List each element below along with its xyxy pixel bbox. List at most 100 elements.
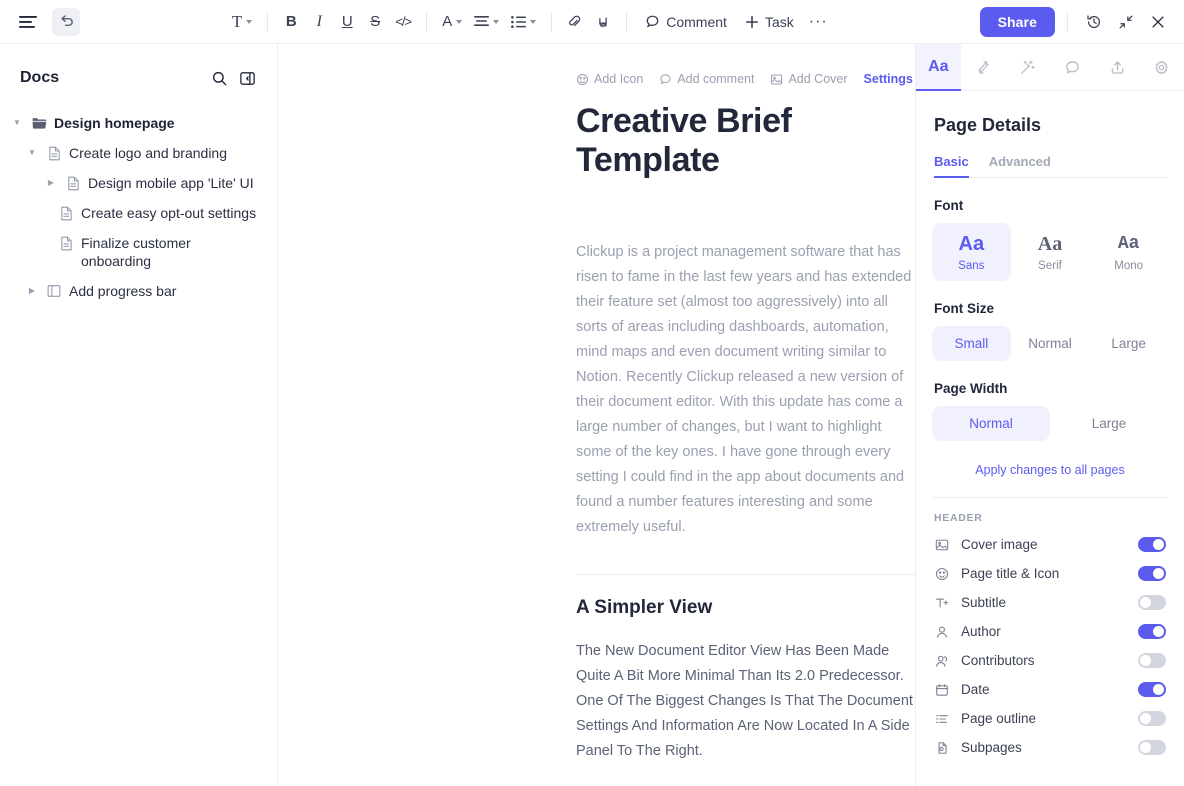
comment-label: Comment <box>666 13 727 30</box>
toggle-switch[interactable] <box>1138 624 1166 639</box>
chevron-right-icon[interactable]: ▶ <box>25 282 39 300</box>
chevron-down-icon <box>493 19 500 24</box>
doc-icon <box>58 234 74 252</box>
toggle-row-subpages[interactable]: Subpages <box>932 733 1168 762</box>
italic-label: I <box>316 12 322 30</box>
toggle-switch[interactable] <box>1138 595 1166 610</box>
sparkle-wand-icon <box>1019 59 1036 76</box>
sidebar-item-design-mobile-app-lite-ui[interactable]: ▶ Design mobile app 'Lite' UI <box>0 168 277 198</box>
collapse-diagonal-icon[interactable] <box>1112 8 1140 36</box>
underline-button[interactable]: U <box>334 8 360 36</box>
app-root: T B I U S </> A Comment Task ··· Share D… <box>0 0 1184 786</box>
list-button[interactable] <box>506 8 541 36</box>
subtab-basic[interactable]: Basic <box>934 154 969 178</box>
text-style-button[interactable]: T <box>227 8 257 36</box>
toggle-switch[interactable] <box>1138 740 1166 755</box>
tab-ai-magic[interactable] <box>1005 44 1050 90</box>
font-option-mono[interactable]: Aa Mono <box>1089 223 1168 281</box>
code-button[interactable]: </> <box>390 8 416 36</box>
more-options-button[interactable]: ··· <box>804 8 833 36</box>
align-button[interactable] <box>469 8 504 36</box>
document-divider <box>576 574 915 575</box>
sidebar-item-label: Design homepage <box>54 115 175 131</box>
toggle-row-page-title-icon[interactable]: Page title & Icon <box>932 559 1168 588</box>
toggle-row-author[interactable]: Author <box>932 617 1168 646</box>
sidebar-collapse-icon[interactable] <box>233 64 261 92</box>
tab-typography[interactable]: Aa <box>916 44 961 91</box>
document-paragraph-1[interactable]: Clickup is a project management software… <box>576 240 915 540</box>
add-comment-button[interactable]: Add comment <box>659 72 754 86</box>
search-icon[interactable] <box>205 64 233 92</box>
sidebar-item-finalize-customer-onboarding[interactable]: Finalize customer onboarding <box>0 228 277 276</box>
toggle-switch[interactable] <box>1138 653 1166 668</box>
tab-relationships[interactable] <box>961 44 1006 90</box>
strikethrough-button[interactable]: S <box>362 8 388 36</box>
sidebar-item-design-homepage[interactable]: ▼ Design homepage <box>0 108 277 138</box>
page-width-normal[interactable]: Normal <box>932 406 1050 441</box>
add-icon-button[interactable]: Add Icon <box>576 72 643 86</box>
close-x-icon[interactable] <box>1144 8 1172 36</box>
panel-divider <box>932 497 1168 498</box>
toggle-switch[interactable] <box>1138 711 1166 726</box>
tab-share-export[interactable] <box>1095 44 1140 90</box>
sidebar-item-label: Design mobile app 'Lite' UI <box>88 175 254 191</box>
page-title[interactable]: Creative Brief Template <box>576 102 915 180</box>
subtab-advanced[interactable]: Advanced <box>989 154 1051 177</box>
top-toolbar: T B I U S </> A Comment Task ··· Share <box>0 0 1184 44</box>
sidebar-item-label: Create logo and branding <box>69 145 228 161</box>
toggle-switch[interactable] <box>1138 566 1166 581</box>
add-cover-button[interactable]: Add Cover <box>770 72 848 86</box>
chevron-down-icon[interactable]: ▼ <box>10 114 24 132</box>
link-icon[interactable] <box>562 8 588 36</box>
toggle-row-page-outline[interactable]: Page outline <box>932 704 1168 733</box>
share-button[interactable]: Share <box>979 6 1055 37</box>
text-color-label: A <box>442 13 453 30</box>
font-option-serif[interactable]: Aa Serif <box>1011 223 1090 281</box>
font-option-sans[interactable]: Aa Sans <box>932 223 1011 281</box>
hamburger-menu-icon[interactable] <box>14 8 42 36</box>
font-size-large[interactable]: Large <box>1089 326 1168 361</box>
text-color-button[interactable]: A <box>437 8 467 36</box>
sidebar-item-create-easy-opt-out-settings[interactable]: Create easy opt-out settings <box>0 198 277 228</box>
chevron-down-icon[interactable]: ▼ <box>25 144 39 162</box>
font-size-normal[interactable]: Normal <box>1011 326 1090 361</box>
apply-to-all-pages-link[interactable]: Apply changes to all pages <box>932 463 1168 477</box>
comment-button[interactable]: Comment <box>637 8 735 36</box>
toggle-switch[interactable] <box>1138 537 1166 552</box>
text-style-label: T <box>231 11 243 31</box>
toggle-row-date[interactable]: Date <box>932 675 1168 704</box>
document-paragraph-2[interactable]: The New Document Editor View Has Been Ma… <box>576 639 915 764</box>
sidebar-item-add-progress-bar[interactable]: ▶ Add progress bar <box>0 276 277 306</box>
font-size-section-label: Font Size <box>934 301 994 316</box>
sidebar-item-create-logo-and-branding[interactable]: ▼ Create logo and branding <box>0 138 277 168</box>
toolbar-divider <box>267 11 269 32</box>
tab-settings[interactable] <box>1139 44 1184 90</box>
toggle-row-contributors[interactable]: Contributors <box>932 646 1168 675</box>
chevron-right-icon[interactable]: ▶ <box>44 174 58 192</box>
task-button[interactable]: Task <box>737 8 802 36</box>
toggle-label: Author <box>961 624 1001 639</box>
document-heading-2[interactable]: A Simpler View <box>576 597 915 619</box>
doc-icon <box>65 174 81 192</box>
tab-comments[interactable] <box>1050 44 1095 90</box>
calendar-icon <box>934 683 950 697</box>
italic-button[interactable]: I <box>306 8 332 36</box>
bold-button[interactable]: B <box>278 8 304 36</box>
toggle-switch[interactable] <box>1138 682 1166 697</box>
panel-subtabs: Basic Advanced <box>934 154 1168 178</box>
page-width-large[interactable]: Large <box>1050 406 1168 441</box>
toggle-row-cover-image[interactable]: Cover image <box>932 530 1168 559</box>
history-clock-icon[interactable] <box>1080 8 1108 36</box>
toggle-label: Cover image <box>961 537 1038 552</box>
font-option-group: Aa Sans Aa Serif Aa Mono <box>932 223 1168 281</box>
toggle-row-subtitle[interactable]: Subtitle <box>932 588 1168 617</box>
font-serif-glyph: Aa <box>1037 233 1063 255</box>
undo-icon[interactable] <box>52 7 80 36</box>
page-width-group: Normal Large <box>932 406 1168 441</box>
text-align-icon <box>474 15 490 28</box>
attachment-icon[interactable] <box>590 8 616 36</box>
comment-bubble-icon <box>659 73 672 86</box>
toggle-label: Subtitle <box>961 595 1007 610</box>
document-settings-button[interactable]: Settings <box>864 72 913 86</box>
font-size-small[interactable]: Small <box>932 326 1011 361</box>
